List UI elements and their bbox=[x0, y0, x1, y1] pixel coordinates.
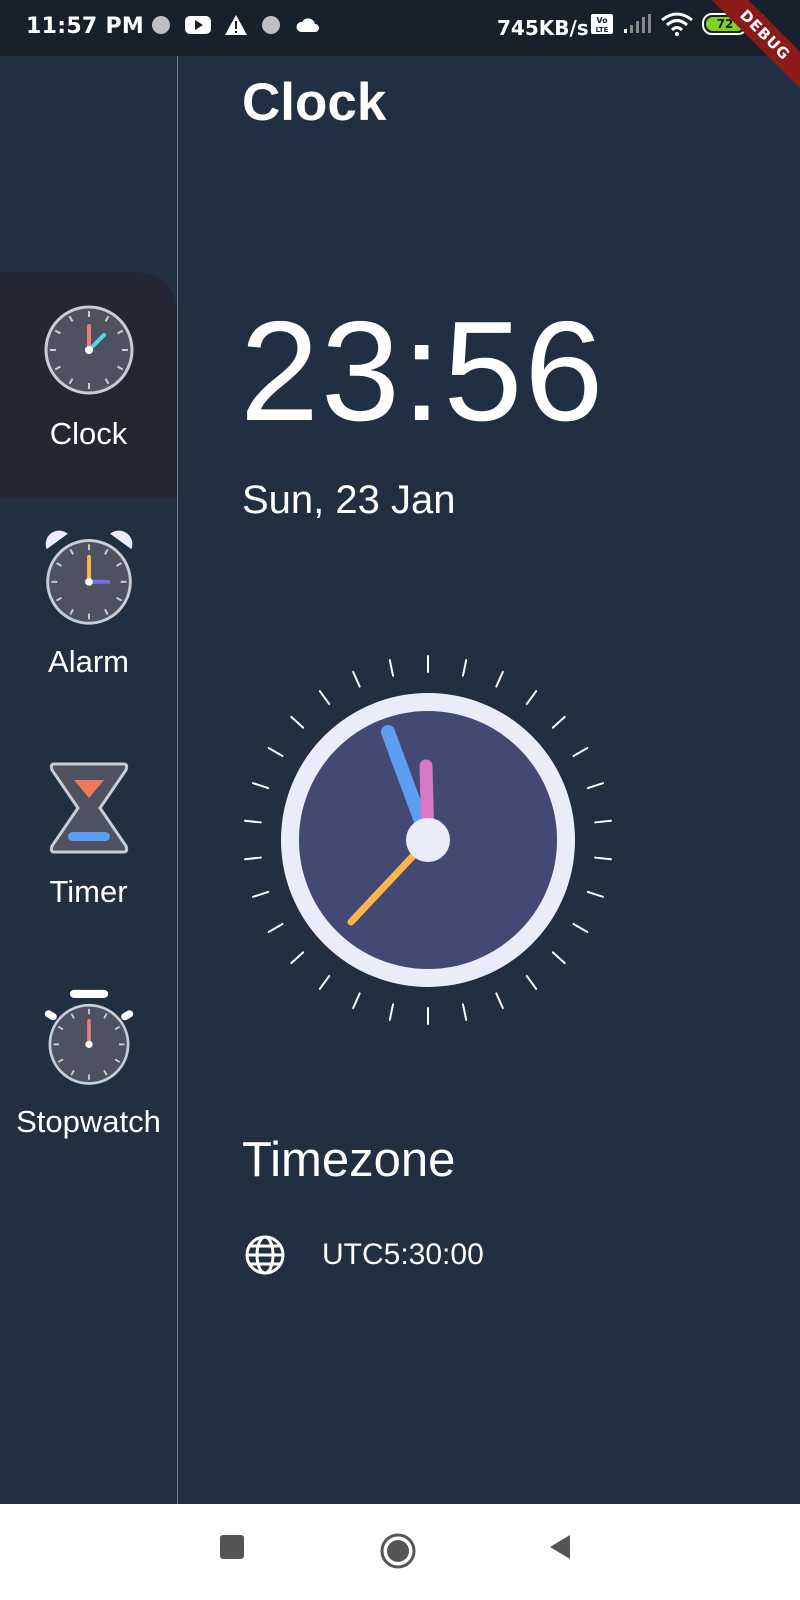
hourglass-icon bbox=[39, 758, 139, 858]
notification-icons bbox=[150, 14, 322, 36]
clock-tick bbox=[267, 923, 284, 933]
status-bar: 11:57 PM 745KB/s Vo LTE 72 DEBUG bbox=[0, 0, 800, 98]
sidebar-item-label: Clock bbox=[49, 416, 128, 451]
sidebar-item-alarm[interactable]: Alarm bbox=[0, 500, 177, 726]
clock-tick bbox=[551, 951, 566, 965]
clock-tick bbox=[594, 819, 612, 824]
clock-tick bbox=[586, 890, 604, 898]
svg-text:LTE: LTE bbox=[596, 26, 609, 34]
clock-icon bbox=[39, 300, 139, 400]
clock-tick bbox=[388, 1003, 395, 1021]
digital-time: 23:56 bbox=[240, 292, 606, 451]
wifi-icon bbox=[661, 12, 693, 36]
clock-tick bbox=[244, 856, 262, 861]
network-speed: 745KB/s bbox=[497, 16, 589, 40]
clock-tick bbox=[244, 819, 262, 824]
back-triangle-icon bbox=[550, 1535, 570, 1559]
sidebar-item-label: Stopwatch bbox=[16, 1104, 161, 1139]
youtube-icon bbox=[185, 16, 211, 34]
volte-icon: VoLTE bbox=[591, 14, 613, 34]
clock-center bbox=[406, 818, 450, 862]
clock-tick bbox=[586, 782, 604, 790]
clock-tick bbox=[290, 951, 305, 965]
sidebar-item-stopwatch[interactable]: Stopwatch bbox=[0, 960, 177, 1186]
home-button[interactable] bbox=[379, 1532, 417, 1575]
circle-notification-icon bbox=[262, 16, 280, 34]
clock-tick bbox=[252, 782, 270, 790]
cloud-icon bbox=[296, 18, 319, 32]
timezone-value: UTC5:30:00 bbox=[322, 1238, 484, 1271]
clock-tick bbox=[495, 992, 504, 1010]
clock-tick bbox=[572, 747, 589, 757]
clock-tick bbox=[252, 890, 270, 898]
stopwatch-icon bbox=[39, 988, 139, 1088]
clock-tick bbox=[318, 690, 331, 706]
clock-tick bbox=[352, 670, 361, 688]
alarm-icon bbox=[39, 528, 139, 628]
timezone-title: Timezone bbox=[242, 1133, 456, 1187]
clock-tick bbox=[461, 659, 468, 677]
sidebar-item-timer[interactable]: Timer bbox=[0, 730, 177, 956]
warning-icon bbox=[225, 15, 247, 35]
status-time: 11:57 PM bbox=[26, 14, 145, 39]
clock-tick bbox=[495, 670, 504, 688]
analog-clock bbox=[238, 650, 618, 1030]
page-title: Clock bbox=[242, 73, 387, 132]
clock-tick bbox=[525, 974, 538, 990]
clock-tick bbox=[551, 715, 566, 729]
current-date: Sun, 23 Jan bbox=[242, 478, 456, 522]
home-circle-icon bbox=[380, 1533, 416, 1569]
square-icon bbox=[220, 1535, 244, 1559]
timezone-row: UTC5:30:00 bbox=[244, 1234, 484, 1276]
sidebar: Clock Alarm Timer Stopwatch bbox=[0, 56, 178, 1504]
recents-button[interactable] bbox=[219, 1534, 245, 1565]
clock-tick bbox=[461, 1003, 468, 1021]
clock-tick bbox=[267, 747, 284, 757]
globe-icon bbox=[245, 1235, 285, 1275]
signal-icon bbox=[624, 14, 651, 33]
clock-tick bbox=[318, 974, 331, 990]
clock-tick bbox=[594, 856, 612, 861]
system-nav-bar bbox=[0, 1504, 800, 1600]
sidebar-item-label: Alarm bbox=[48, 644, 129, 679]
clock-tick bbox=[290, 715, 305, 729]
sidebar-item-clock[interactable]: Clock bbox=[0, 272, 177, 498]
clock-tick bbox=[388, 659, 395, 677]
clock-tick bbox=[525, 690, 538, 706]
back-button[interactable] bbox=[548, 1534, 572, 1565]
circle-notification-icon bbox=[152, 16, 170, 34]
sidebar-item-label: Timer bbox=[49, 874, 128, 909]
clock-tick bbox=[352, 992, 361, 1010]
clock-tick bbox=[572, 923, 589, 933]
svg-text:Vo: Vo bbox=[596, 16, 608, 25]
